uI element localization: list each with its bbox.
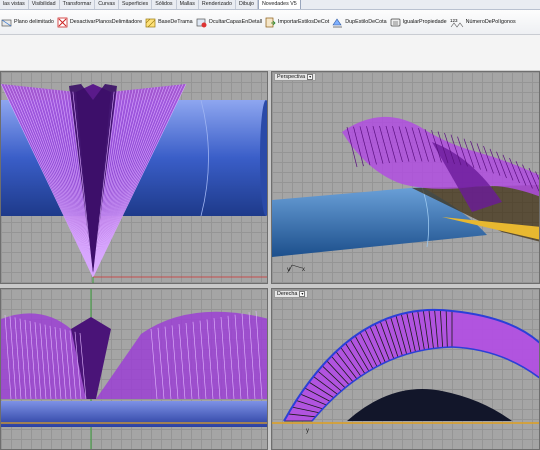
import-dimension-styles-label: ImportarEstilosDeCot (277, 19, 330, 25)
hide-layers-in-detail-button[interactable]: OcultarCapasEnDetall (196, 13, 262, 31)
match-properties-icon (390, 17, 401, 28)
tab-solidos[interactable]: Sólidos (152, 0, 177, 9)
chevron-down-icon[interactable]: ▾ (299, 291, 306, 297)
bounded-plane-button[interactable]: Plano delimitado (1, 13, 54, 31)
viewport-perspective-label: Perspectiva (277, 74, 306, 80)
duplicate-dimension-style-icon (332, 17, 343, 28)
chevron-down-icon[interactable]: ▾ (307, 74, 314, 80)
viewport-top-left[interactable] (0, 71, 268, 284)
disable-clipping-plane-label: DesactivarPlanosDelimitadore (69, 19, 143, 25)
hatch-base-button[interactable]: BaseDeTrama (145, 13, 193, 31)
viewport-perspective[interactable]: Perspectiva ▾ y x (271, 71, 540, 284)
duplicate-dimension-style-label: DupEstiloDeCota (345, 19, 387, 25)
tab-las-vistas[interactable]: las vistas (0, 0, 29, 9)
match-properties-button[interactable]: IgualarPropiedade (390, 13, 447, 31)
hide-layers-in-detail-icon (196, 17, 207, 28)
import-dimension-styles-button[interactable]: ImportarEstilosDeCot (265, 13, 329, 31)
disable-clipping-plane-button[interactable]: DesactivarPlanosDelimitadore (57, 13, 142, 31)
polygon-count-button[interactable]: 123 NúmeroDePolígonos (450, 13, 516, 31)
tab-dibujo[interactable]: Dibujo (236, 0, 258, 9)
viewport-right-label: Derecha (277, 291, 298, 297)
tab-visibilidad[interactable]: Visibilidad (29, 0, 60, 9)
tab-curvas[interactable]: Curvas (95, 0, 119, 9)
tab-renderizado[interactable]: Renderizado (199, 0, 236, 9)
axis-label-y-right: y (306, 428, 309, 434)
polygon-count-icon: 123 (450, 17, 464, 28)
tab-novedades-v5[interactable]: Novedades V5 (257, 0, 301, 9)
front-view-model (1, 289, 267, 449)
duplicate-dimension-style-button[interactable]: DupEstiloDeCota (332, 13, 387, 31)
hide-layers-in-detail-label: OcultarCapasEnDetall (208, 19, 262, 25)
bounded-plane-label: Plano delimitado (14, 19, 54, 25)
top-view-model (1, 83, 267, 283)
hatch-base-label: BaseDeTrama (158, 19, 193, 25)
viewport-bottom-left[interactable] (0, 288, 268, 450)
viewport-title-perspective[interactable]: Perspectiva ▾ (274, 73, 317, 81)
svg-text:123: 123 (450, 18, 458, 23)
tab-transformar[interactable]: Transformar (60, 0, 96, 9)
right-view-model: y (272, 309, 539, 434)
tab-mallas[interactable]: Mallas (177, 0, 199, 9)
tab-superficies[interactable]: Superficies (119, 0, 153, 9)
disable-clipping-plane-icon (57, 17, 68, 28)
bounded-plane-icon (1, 17, 12, 28)
import-dimension-styles-icon (265, 17, 276, 28)
command-toolbar: Plano delimitado DesactivarPlanosDelimit… (0, 10, 540, 35)
viewport-title-right[interactable]: Derecha ▾ (274, 290, 309, 298)
polygon-count-label: NúmeroDePolígonos (465, 19, 516, 25)
match-properties-label: IgualarPropiedade (402, 19, 447, 25)
perspective-view-model: y x (272, 117, 539, 273)
axis-label-x: x (302, 267, 305, 273)
toolbar-spacer (0, 35, 540, 71)
ribbon-tabs: las vistas Visibilidad Transformar Curva… (0, 0, 540, 10)
viewport-right[interactable]: Derecha ▾ y (271, 288, 540, 450)
hatch-base-icon (145, 17, 156, 28)
